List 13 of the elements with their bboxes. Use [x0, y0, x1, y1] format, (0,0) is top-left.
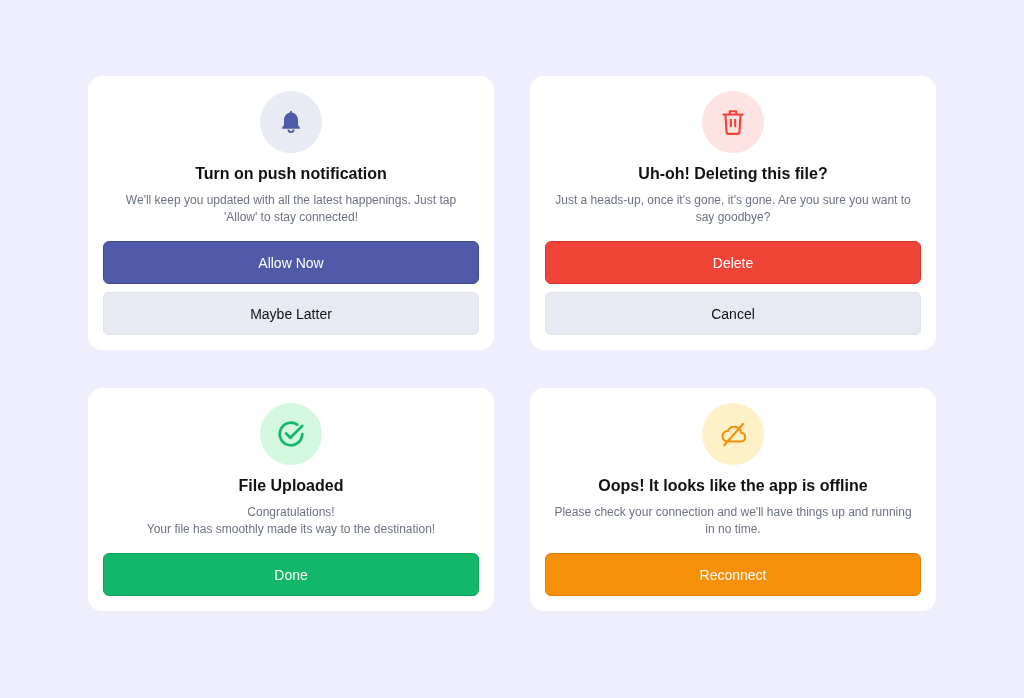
dialog-title: Turn on push notification [195, 164, 387, 184]
primary-button[interactable]: Delete [545, 241, 921, 284]
dialog-message: Just a heads-up, once it's gone, it's gone. Are you sure you want to say goodbye? [554, 192, 912, 226]
dialog-message: Please check your connection and we'll have things up and running in no time. [553, 504, 913, 538]
dialog-title: Oops! It looks like the app is offline [598, 476, 868, 496]
dialog-message: Congratulations! Your file has smoothly made its way to the destination! [145, 504, 437, 538]
dialog-title: Uh-oh! Deleting this file? [638, 164, 828, 184]
primary-button[interactable]: Allow Now [103, 241, 479, 284]
dialog-message: We'll keep you updated with all the latest happenings. Just tap 'Allow' to stay connected! [124, 192, 458, 226]
trash-icon [720, 108, 746, 136]
secondary-button[interactable]: Maybe Latter [103, 292, 479, 335]
secondary-button[interactable]: Cancel [545, 292, 921, 335]
dialog-title: File Uploaded [238, 476, 344, 496]
